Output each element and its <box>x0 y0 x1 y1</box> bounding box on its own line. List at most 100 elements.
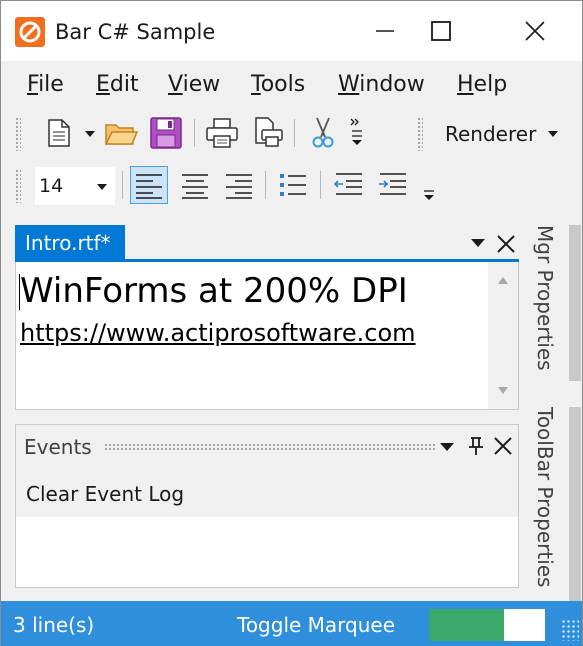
menu-bar: File Edit View Tools Window Help <box>1 61 582 109</box>
scroll-up-icon[interactable] <box>498 277 508 284</box>
menu-window-accel: W <box>338 72 360 97</box>
menu-view-rest: iew <box>182 72 221 97</box>
save-button[interactable] <box>148 115 184 151</box>
open-folder-icon <box>104 124 139 145</box>
clear-event-log-button[interactable]: Clear Event Log <box>26 481 184 507</box>
maximize-icon <box>431 21 451 41</box>
renderer-dropdown[interactable]: Renderer <box>445 121 536 147</box>
toolbar-grip[interactable] <box>15 169 21 203</box>
document-link[interactable]: https://www.actiprosoftware.com <box>20 318 416 348</box>
menu-help-rest: elp <box>473 72 508 97</box>
app-logo-icon <box>15 17 45 47</box>
minimize-button[interactable] <box>357 1 413 61</box>
new-document-icon <box>48 119 70 147</box>
side-tab-mgr-properties[interactable]: Mgr Properties <box>533 225 557 371</box>
panel-drag-grip[interactable] <box>104 443 436 451</box>
scroll-down-icon[interactable] <box>498 387 508 394</box>
toolbar-separator <box>294 119 295 147</box>
font-size-combo[interactable]: 14 <box>35 167 115 205</box>
font-size-value: 14 <box>39 175 64 197</box>
menu-help-accel: H <box>457 72 474 97</box>
close-panel-icon[interactable] <box>492 435 514 457</box>
align-center-icon <box>182 174 208 199</box>
events-panel-header: Events <box>16 425 518 469</box>
side-tab-toolbar-properties[interactable]: ToolBar Properties <box>533 407 557 587</box>
print-button[interactable] <box>204 115 240 151</box>
cut-icon <box>312 117 334 148</box>
rich-text-editor[interactable]: WinForms at 200% DPI https://www.actipro… <box>15 262 519 410</box>
chevron-down-icon <box>548 131 558 137</box>
toolbar-grip[interactable] <box>15 117 21 151</box>
document-heading-text: WinForms at 200% DPI <box>20 271 408 311</box>
menu-tools[interactable]: Tools <box>251 71 305 99</box>
tab-list-dropdown-icon[interactable] <box>471 239 485 247</box>
standard-toolbar: Renderer <box>1 109 582 157</box>
formatting-toolbar: 14 <box>1 161 582 209</box>
resize-grip[interactable] <box>561 619 579 641</box>
indent-icon <box>379 173 406 195</box>
chevron-down-icon <box>97 184 107 190</box>
cut-button[interactable] <box>305 115 341 151</box>
menu-file[interactable]: File <box>27 71 64 99</box>
menu-view-accel: V <box>168 72 183 97</box>
print-preview-button[interactable] <box>251 115 287 151</box>
status-line-count: 3 line(s) <box>13 613 95 637</box>
toggle-marquee-button[interactable]: Toggle Marquee <box>237 612 395 638</box>
side-tab-indicator <box>569 225 581 381</box>
toolbar-separator <box>194 119 195 147</box>
align-center-button[interactable] <box>177 167 213 203</box>
menu-edit[interactable]: Edit <box>96 71 139 99</box>
progress-bar <box>429 609 545 641</box>
overflow-icon <box>350 118 362 145</box>
pin-icon[interactable] <box>466 435 486 457</box>
menu-edit-accel: E <box>96 72 110 97</box>
title-bar: Bar C# Sample <box>1 1 582 61</box>
close-button[interactable] <box>507 1 563 61</box>
toolbar1-overflow-button[interactable] <box>347 115 367 151</box>
toolbar-separator <box>320 171 321 199</box>
maximize-button[interactable] <box>413 1 469 61</box>
dropdown-arrow-icon <box>85 131 95 137</box>
events-panel-title: Events <box>24 435 92 459</box>
menu-view[interactable]: View <box>168 71 220 99</box>
panel-options-icon[interactable] <box>440 443 454 451</box>
align-right-button[interactable] <box>221 167 257 203</box>
toolbar-separator <box>265 171 266 199</box>
status-bar: 3 line(s) Toggle Marquee <box>1 601 582 646</box>
bullets-icon <box>280 174 306 196</box>
bullets-button[interactable] <box>275 167 311 203</box>
side-tab-indicator <box>569 407 581 601</box>
indent-button[interactable] <box>375 167 411 203</box>
menu-help[interactable]: Help <box>457 71 507 99</box>
app-window: Bar C# Sample File Edit View Tools Windo… <box>0 0 583 646</box>
outdent-icon <box>333 173 362 195</box>
close-icon <box>525 21 545 41</box>
toolbar2-overflow-button[interactable] <box>419 167 439 203</box>
menu-tools-rest: ools <box>260 72 306 97</box>
new-document-button[interactable] <box>41 115 77 151</box>
menu-window-rest: indow <box>359 72 425 97</box>
menu-edit-rest: dit <box>109 72 139 97</box>
align-left-icon <box>136 174 162 199</box>
window-title: Bar C# Sample <box>55 20 216 44</box>
menu-file-rest: ile <box>38 72 64 97</box>
open-button[interactable] <box>103 115 139 151</box>
events-panel: Events Clear Event Log <box>15 424 519 588</box>
save-icon <box>150 117 182 149</box>
print-preview-icon <box>255 117 283 147</box>
toolbar-separator <box>122 171 123 199</box>
minimize-icon <box>376 30 394 32</box>
tab-intro-rtf[interactable]: Intro.rtf* <box>15 225 125 261</box>
close-document-icon[interactable] <box>495 233 517 255</box>
events-toolbar: Clear Event Log <box>16 469 518 517</box>
align-left-button[interactable] <box>130 166 168 204</box>
toolbar-grip[interactable] <box>417 117 423 151</box>
align-right-icon <box>226 174 252 199</box>
outdent-button[interactable] <box>331 167 367 203</box>
progress-fill <box>429 609 505 641</box>
menu-tools-accel: T <box>251 72 261 97</box>
menu-window[interactable]: Window <box>338 71 425 99</box>
menu-file-accel: F <box>27 72 39 97</box>
document-scrollbar[interactable] <box>488 262 518 409</box>
overflow-icon <box>424 190 434 200</box>
